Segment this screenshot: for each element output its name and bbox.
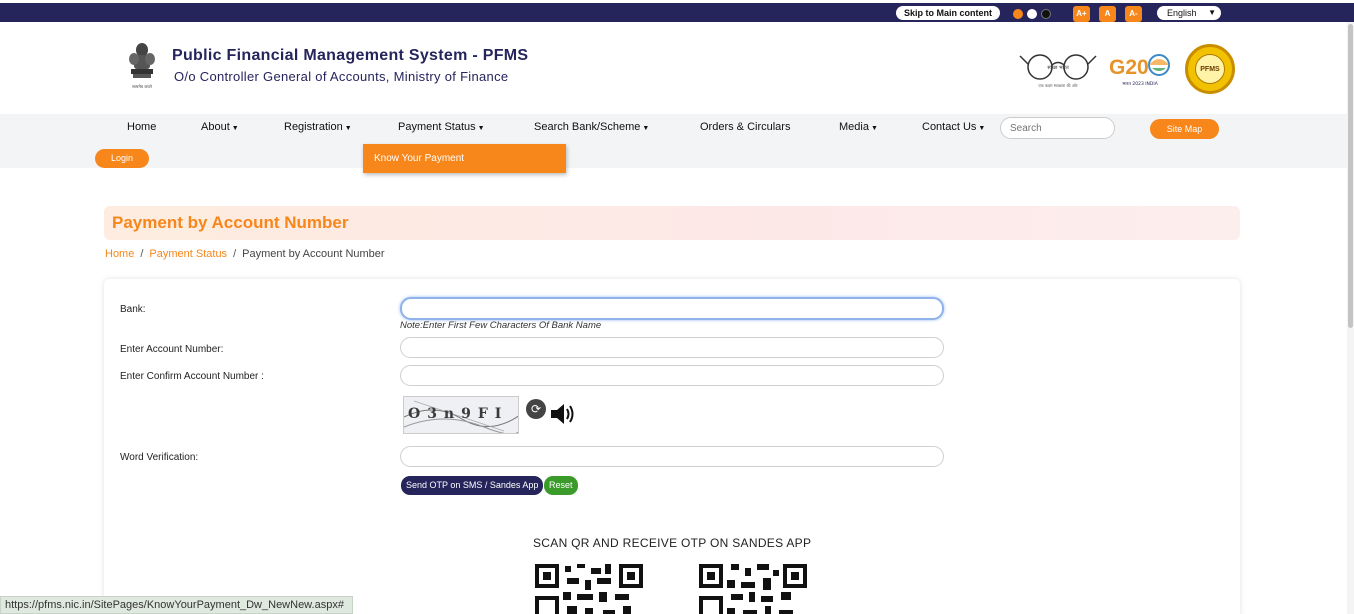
theme-white-dot[interactable] (1027, 9, 1037, 19)
nav-home[interactable]: Home (127, 121, 156, 133)
search-input[interactable] (1000, 117, 1115, 139)
page-scrollbar[interactable] (1347, 22, 1354, 614)
emblem-caption: सत्यमेव जयते (132, 84, 152, 89)
word-verification-input[interactable] (400, 446, 944, 467)
chevron-down-icon: ▼ (1208, 8, 1216, 17)
dropdown-item-know-your-payment[interactable]: Know Your Payment (363, 144, 566, 173)
nav-label: Media (839, 121, 869, 133)
national-emblem-icon: सत्यमेव जयते (129, 43, 155, 89)
swachh-text: स्वच्छ भारत (1047, 65, 1069, 71)
g20-label: G20 (1109, 56, 1149, 79)
caret-down-icon: ▼ (231, 125, 239, 132)
login-button[interactable]: Login (95, 149, 149, 168)
font-increase-button[interactable]: A+ (1073, 6, 1090, 22)
font-normal-button[interactable]: A (1099, 6, 1116, 22)
nav-orders-circulars[interactable]: Orders & Circulars (700, 121, 790, 133)
g20-subtitle: भारत 2023 INDIA (1122, 81, 1159, 87)
nav-label: Contact Us (922, 121, 977, 133)
top-utility-bar: Skip to Main content A+ A A- English ▼ (0, 0, 1354, 22)
breadcrumb-current: Payment by Account Number (242, 248, 385, 260)
bank-label: Bank: (120, 304, 146, 315)
breadcrumb-separator: / (233, 248, 237, 260)
refresh-captcha-icon[interactable]: ⟳ (526, 399, 546, 419)
page-title-band: Payment by Account Number (104, 206, 1240, 240)
nav-contact-us[interactable]: Contact Us ▼ (922, 121, 985, 133)
bank-input[interactable] (400, 297, 944, 320)
account-number-label: Enter Account Number: (120, 344, 224, 355)
font-decrease-button[interactable]: A- (1125, 6, 1142, 22)
pfms-seal-label: PFMS (1195, 54, 1225, 84)
breadcrumb-separator: / (140, 248, 144, 260)
breadcrumb: Home / Payment Status / Payment by Account N… (105, 248, 385, 260)
nav-label: About (201, 121, 230, 133)
caret-down-icon: ▼ (642, 125, 650, 132)
caret-down-icon: ▼ (978, 125, 986, 132)
caret-down-icon: ▼ (477, 125, 485, 132)
breadcrumb-payment-status[interactable]: Payment Status (149, 248, 227, 260)
caret-down-icon: ▼ (344, 125, 352, 132)
nav-label: Search Bank/Scheme (534, 121, 641, 133)
scrollbar-thumb[interactable] (1348, 24, 1353, 328)
nav-media[interactable]: Media ▼ (839, 121, 878, 133)
qr-code-icon (699, 564, 807, 614)
pfms-seal-logo[interactable]: PFMS (1185, 44, 1235, 94)
site-title: Public Financial Management System - PFM… (172, 47, 529, 64)
word-verification-label: Word Verification: (120, 452, 199, 463)
skip-to-content-link[interactable]: Skip to Main content (896, 6, 1001, 20)
breadcrumb-home[interactable]: Home (105, 248, 134, 260)
theme-orange-dot[interactable] (1013, 9, 1023, 19)
nav-search-bank-scheme[interactable]: Search Bank/Scheme ▼ (534, 121, 649, 133)
confirm-account-label: Enter Confirm Account Number : (120, 371, 264, 382)
reset-button[interactable]: Reset (544, 476, 578, 495)
nav-label: Orders & Circulars (700, 121, 791, 133)
nav-registration[interactable]: Registration ▼ (284, 121, 352, 133)
site-map-button[interactable]: Site Map (1150, 119, 1219, 139)
site-subtitle: O/o Controller General of Accounts, Mini… (174, 69, 509, 84)
nav-payment-status[interactable]: Payment Status ▼ (398, 121, 485, 133)
g20-logo[interactable]: G20 भारत 2023 INDIA (1108, 50, 1172, 90)
swachh-bharat-logo[interactable]: स्वच्छ भारत एक कदम स्वच्छता की ओर (1018, 50, 1100, 90)
nav-about[interactable]: About ▼ (201, 121, 239, 133)
bank-note: Note:Enter First Few Characters Of Bank … (400, 320, 602, 331)
confirm-account-input[interactable] (400, 365, 944, 386)
qr-code-icon (535, 564, 643, 614)
captcha-image: O3n9FI (403, 396, 519, 434)
nav-label: Payment Status (398, 121, 476, 133)
qr-heading: SCAN QR AND RECEIVE OTP ON SANDES APP (533, 536, 812, 550)
language-value: English (1167, 8, 1197, 18)
site-header: सत्यमेव जयते Public Financial Management… (0, 22, 1354, 114)
main-nav: Home About ▼ Registration ▼ Payment Status… (0, 114, 1354, 168)
captcha-text: O3n9FI (408, 406, 509, 422)
caret-down-icon: ▼ (870, 125, 878, 132)
payment-form-card: Bank: Note:Enter First Few Characters Of… (104, 279, 1240, 614)
theme-black-dot[interactable] (1041, 9, 1051, 19)
language-select[interactable]: English ▼ (1157, 6, 1221, 20)
nav-label: Home (127, 121, 157, 133)
account-number-input[interactable] (400, 337, 944, 358)
page-title: Payment by Account Number (112, 213, 349, 232)
audio-captcha-icon[interactable] (549, 401, 577, 427)
send-otp-button[interactable]: Send OTP on SMS / Sandes App (401, 476, 544, 495)
status-bar-url: https://pfms.nic.in/SitePages/KnowYourPa… (0, 596, 353, 614)
nav-label: Registration (284, 121, 343, 133)
swachh-tagline: एक कदम स्वच्छता की ओर (1038, 83, 1078, 88)
